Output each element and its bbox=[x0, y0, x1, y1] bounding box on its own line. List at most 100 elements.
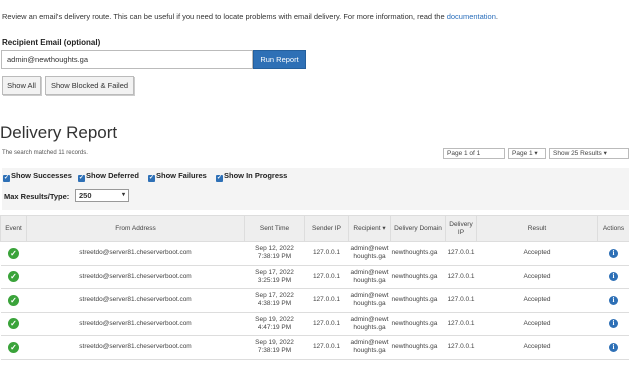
sender-ip-cell: 127.0.0.1 bbox=[304, 265, 349, 289]
checkbox-checked-icon: ✓ bbox=[216, 175, 223, 182]
delivery-domain-cell: newthoughts.ga bbox=[390, 288, 446, 313]
sender-ip-cell: 127.0.0.1 bbox=[304, 241, 349, 266]
actions-cell: i bbox=[597, 241, 629, 266]
intro-body: Review an email's delivery route. This c… bbox=[2, 12, 447, 21]
actions-cell: i bbox=[597, 312, 629, 336]
recipient-cell: admin@newthoughts.ga bbox=[348, 288, 391, 313]
sort-descending-icon: ▾ bbox=[382, 224, 386, 232]
from-address-cell: streetdo@server81.cheserverboot.com bbox=[26, 288, 245, 313]
sent-date: Sep 19, 2022 bbox=[255, 315, 294, 323]
max-results-label: Max Results/Type: bbox=[4, 192, 70, 201]
result-cell: Accepted bbox=[476, 288, 598, 313]
max-results-value: 250 bbox=[79, 191, 92, 200]
recipient-email-label: Recipient Email (optional) bbox=[2, 38, 101, 47]
sent-time-cell: Sep 19, 2022 7:38:19 PM bbox=[244, 335, 305, 360]
sender-ip-cell: 127.0.0.1 bbox=[304, 288, 349, 313]
recipient-email-input[interactable] bbox=[1, 50, 253, 69]
column-header-from[interactable]: From Address bbox=[26, 215, 245, 242]
show-blocked-failed-button[interactable]: Show Blocked & Failed bbox=[45, 76, 134, 95]
pager-results-select[interactable]: Show 25 Results ▾ bbox=[549, 148, 629, 159]
show-in-progress-checkbox[interactable]: ✓ Show In Progress bbox=[216, 171, 287, 182]
actions-cell: i bbox=[597, 335, 629, 360]
info-icon[interactable]: i bbox=[609, 295, 618, 305]
success-check-icon: ✓ bbox=[8, 318, 19, 330]
show-failures-checkbox[interactable]: ✓ Show Failures bbox=[148, 171, 207, 182]
success-check-icon: ✓ bbox=[8, 341, 19, 353]
recipient-header-label: Recipient bbox=[353, 224, 381, 232]
chevron-down-icon: ▾ bbox=[121, 192, 125, 198]
column-header-recipient[interactable]: Recipient ▾ bbox=[348, 215, 391, 242]
column-header-event[interactable]: Event bbox=[0, 215, 27, 242]
table-row: ✓ streetdo@server81.cheserverboot.com Sep … bbox=[0, 265, 629, 289]
sent-time: 7:38:19 PM bbox=[257, 347, 292, 355]
show-successes-checkbox[interactable]: ✓ Show Successes bbox=[3, 171, 72, 182]
column-header-result[interactable]: Result bbox=[476, 215, 598, 242]
show-in-progress-label: Show In Progress bbox=[224, 171, 288, 180]
sent-time: 3:25:19 PM bbox=[257, 276, 292, 284]
table-row: ✓ streetdo@server81.cheserverboot.com Sep … bbox=[0, 241, 629, 266]
event-cell: ✓ bbox=[0, 335, 27, 360]
sent-time: 4:38:19 PM bbox=[257, 300, 292, 308]
table-row: ✓ streetdo@server81.cheserverboot.com Sep … bbox=[0, 335, 629, 360]
info-icon[interactable]: i bbox=[609, 272, 618, 282]
pager-page-select[interactable]: Page 1 ▾ bbox=[508, 148, 546, 159]
delivery-domain-cell: newthoughts.ga bbox=[390, 335, 446, 360]
column-header-delivery-ip[interactable]: Delivery IP bbox=[445, 215, 477, 242]
result-cell: Accepted bbox=[476, 241, 598, 266]
sent-date: Sep 17, 2022 bbox=[255, 292, 294, 300]
documentation-link[interactable]: documentation bbox=[447, 12, 496, 21]
sent-time-cell: Sep 12, 2022 7:38:19 PM bbox=[244, 241, 305, 266]
max-results-select[interactable]: 250 ▾ bbox=[75, 189, 129, 202]
delivery-ip-cell: 127.0.0.1 bbox=[445, 312, 477, 336]
sent-time: 4:47:19 PM bbox=[257, 323, 292, 331]
delivery-domain-cell: newthoughts.ga bbox=[390, 241, 446, 266]
success-check-icon: ✓ bbox=[8, 271, 19, 283]
pager-page-of[interactable]: Page 1 of 1 bbox=[443, 148, 505, 159]
info-icon[interactable]: i bbox=[609, 319, 618, 329]
show-all-button[interactable]: Show All bbox=[2, 76, 41, 95]
recipient-cell: admin@newthoughts.ga bbox=[348, 312, 391, 336]
success-check-icon: ✓ bbox=[8, 294, 19, 306]
intro-suffix: . bbox=[495, 12, 498, 21]
column-header-sender-ip[interactable]: Sender IP bbox=[304, 215, 349, 242]
from-address-cell: streetdo@server81.cheserverboot.com bbox=[26, 312, 245, 336]
delivery-domain-cell: newthoughts.ga bbox=[390, 312, 446, 336]
from-address-cell: streetdo@server81.cheserverboot.com bbox=[26, 241, 245, 266]
info-icon[interactable]: i bbox=[609, 342, 618, 352]
event-cell: ✓ bbox=[0, 288, 27, 313]
from-address-cell: streetdo@server81.cheserverboot.com bbox=[26, 335, 245, 360]
result-cell: Accepted bbox=[476, 335, 598, 360]
match-count-text: The search matched 11 records. bbox=[2, 150, 88, 156]
run-report-button[interactable]: Run Report bbox=[253, 50, 306, 69]
event-cell: ✓ bbox=[0, 241, 27, 266]
pager-page-label: Page 1 bbox=[512, 150, 533, 157]
sent-time: 7:38:19 PM bbox=[257, 253, 292, 261]
column-header-delivery-domain[interactable]: Delivery Domain bbox=[390, 215, 446, 242]
event-cell: ✓ bbox=[0, 312, 27, 336]
show-successes-label: Show Successes bbox=[11, 171, 72, 180]
show-deferred-checkbox[interactable]: ✓ Show Deferred bbox=[78, 171, 139, 182]
checkbox-checked-icon: ✓ bbox=[78, 175, 85, 182]
recipient-cell: admin@newthoughts.ga bbox=[348, 241, 391, 266]
sent-time-cell: Sep 17, 2022 3:25:19 PM bbox=[244, 265, 305, 289]
checkbox-checked-icon: ✓ bbox=[3, 175, 10, 182]
intro-text: Review an email's delivery route. This c… bbox=[2, 12, 498, 21]
table-row: ✓ streetdo@server81.cheserverboot.com Sep … bbox=[0, 312, 629, 336]
info-icon[interactable]: i bbox=[609, 248, 618, 258]
sender-ip-cell: 127.0.0.1 bbox=[304, 335, 349, 360]
table-header-row: Event From Address Sent Time Sender IP R… bbox=[0, 215, 629, 242]
result-cell: Accepted bbox=[476, 312, 598, 336]
delivery-domain-cell: newthoughts.ga bbox=[390, 265, 446, 289]
filter-bar: ✓ Show Successes ✓ Show Deferred ✓ Show Fai… bbox=[2, 168, 629, 210]
actions-cell: i bbox=[597, 265, 629, 289]
sent-date: Sep 17, 2022 bbox=[255, 268, 294, 276]
event-cell: ✓ bbox=[0, 265, 27, 289]
recipient-cell: admin@newthoughts.ga bbox=[348, 265, 391, 289]
sent-time-cell: Sep 17, 2022 4:38:19 PM bbox=[244, 288, 305, 313]
delivery-report-table: Event From Address Sent Time Sender IP R… bbox=[0, 215, 629, 360]
page-title: Delivery Report bbox=[0, 123, 118, 142]
show-failures-label: Show Failures bbox=[156, 171, 207, 180]
column-header-sent-time[interactable]: Sent Time bbox=[244, 215, 305, 242]
sent-time-cell: Sep 19, 2022 4:47:19 PM bbox=[244, 312, 305, 336]
checkbox-checked-icon: ✓ bbox=[148, 175, 155, 182]
